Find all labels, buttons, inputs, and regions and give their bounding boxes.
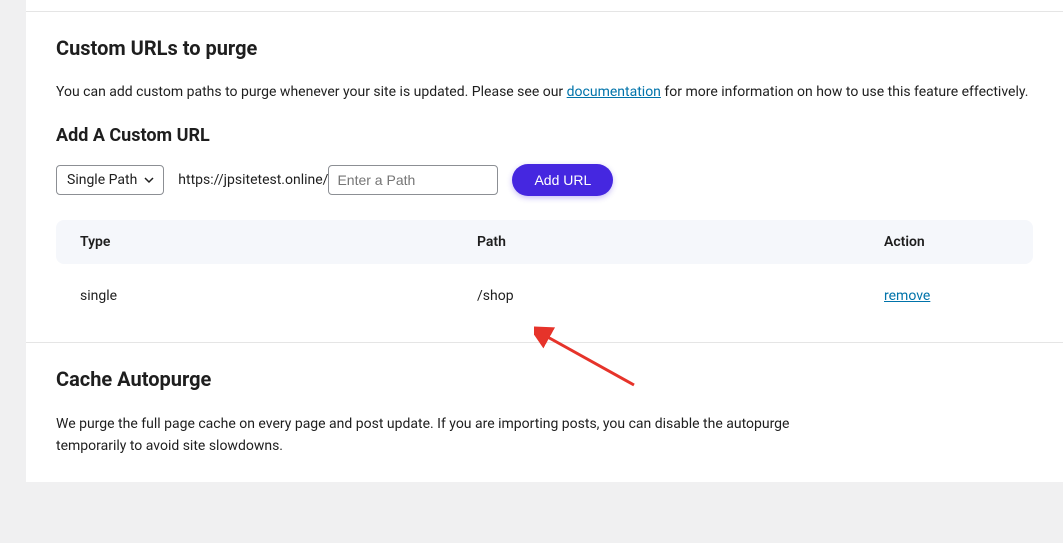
main-content: Custom URLs to purge You can add custom …: [26, 0, 1063, 482]
path-input[interactable]: [328, 165, 498, 195]
cache-autopurge-description: We purge the full page cache on every pa…: [56, 413, 856, 458]
path-type-select[interactable]: Single Path: [56, 165, 164, 195]
row-type: single: [80, 288, 477, 304]
custom-urls-title: Custom URLs to purge: [56, 36, 1033, 60]
custom-urls-description: You can add custom paths to purge whenev…: [56, 82, 1033, 103]
add-url-button[interactable]: Add URL: [512, 164, 613, 196]
add-url-form: Single Path https://jpsitetest.online/ A…: [56, 164, 1033, 196]
row-path: /shop: [477, 288, 884, 304]
top-divider: [26, 0, 1063, 12]
path-type-selected-label: Single Path: [67, 172, 137, 188]
documentation-link[interactable]: documentation: [567, 84, 661, 100]
add-custom-url-title: Add A Custom URL: [56, 125, 1033, 146]
table-row: single /shop remove: [56, 264, 1033, 318]
admin-sidebar-stub: [0, 0, 26, 543]
row-action: remove: [884, 288, 1009, 304]
url-input-group: https://jpsitetest.online/: [178, 165, 498, 195]
table-header: Type Path Action: [56, 220, 1033, 264]
col-header-action: Action: [884, 234, 1009, 250]
cache-autopurge-title: Cache Autopurge: [56, 367, 1033, 391]
description-before: You can add custom paths to purge whenev…: [56, 84, 567, 100]
cache-autopurge-section: Cache Autopurge We purge the full page c…: [26, 343, 1063, 482]
remove-link[interactable]: remove: [884, 288, 930, 304]
description-after: for more information on how to use this …: [661, 84, 1029, 100]
url-prefix: https://jpsitetest.online/: [178, 172, 328, 188]
chevron-down-icon: [143, 174, 155, 186]
col-header-path: Path: [477, 234, 884, 250]
col-header-type: Type: [80, 234, 477, 250]
custom-urls-section: Custom URLs to purge You can add custom …: [26, 12, 1063, 343]
custom-urls-table: Type Path Action single /shop remove: [56, 220, 1033, 318]
